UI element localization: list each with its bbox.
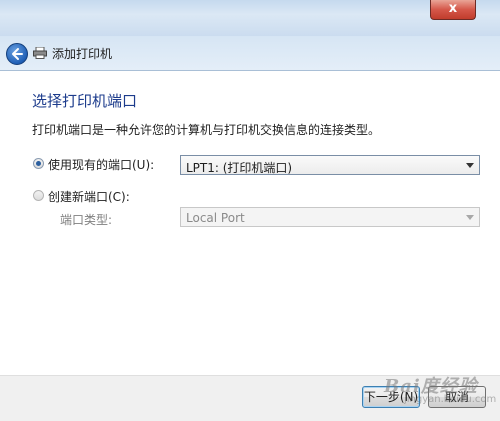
use-existing-port-label[interactable]: 使用现有的端口(U): — [48, 156, 154, 173]
port-type-label: 端口类型: — [60, 213, 113, 227]
create-new-port-radio[interactable] — [33, 190, 44, 201]
printer-icon — [33, 47, 47, 59]
back-arrow-icon — [12, 48, 23, 60]
nav-bar: 添加打印机 — [0, 36, 500, 71]
port-type-dropdown[interactable]: Local Port — [180, 207, 480, 227]
back-button[interactable] — [6, 43, 28, 65]
existing-port-dropdown[interactable]: LPT1: (打印机端口) — [180, 155, 480, 175]
chevron-down-icon — [466, 215, 474, 220]
wizard-title: 添加打印机 — [52, 47, 113, 61]
existing-port-value: LPT1: (打印机端口) — [186, 161, 293, 175]
close-button[interactable]: x — [430, 0, 476, 20]
watermark-url: jingyan.baidu.com — [404, 394, 497, 405]
port-type-value: Local Port — [186, 211, 245, 225]
page-title: 选择打印机端口 — [32, 92, 138, 110]
window-title-bar: x — [0, 0, 500, 36]
create-new-port-label[interactable]: 创建新端口(C): — [48, 188, 130, 205]
chevron-down-icon — [466, 163, 474, 168]
page-description: 打印机端口是一种允许您的计算机与打印机交换信息的连接类型。 — [32, 123, 381, 137]
use-existing-port-radio[interactable] — [33, 158, 44, 169]
